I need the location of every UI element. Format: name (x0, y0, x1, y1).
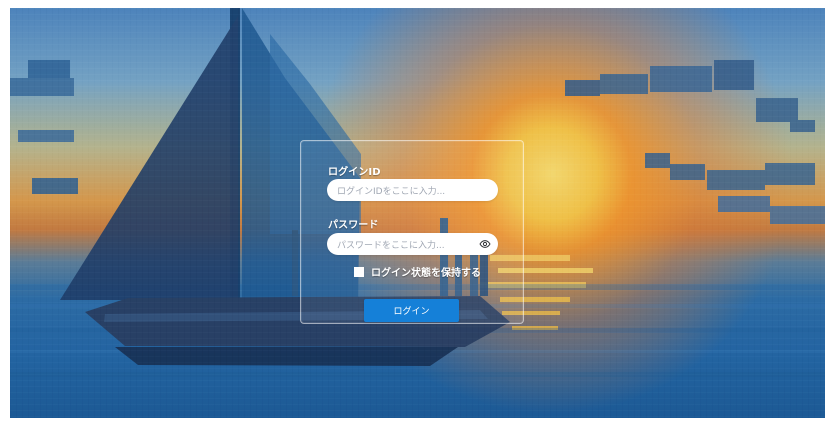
eye-icon (479, 240, 491, 248)
login-id-input[interactable] (327, 181, 498, 201)
login-button[interactable]: ログイン (364, 299, 459, 322)
password-visibility-toggle[interactable] (478, 237, 492, 251)
login-screen: ログインID パスワード ログイン状態を保持する ログイン (10, 8, 825, 418)
password-label: パスワード (328, 220, 379, 231)
remember-login-label: ログイン状態を保持する (371, 268, 481, 279)
remember-login-row[interactable]: ログイン状態を保持する (354, 264, 481, 279)
password-input[interactable] (327, 235, 498, 255)
login-form: ログインID パスワード ログイン状態を保持する ログイン (300, 140, 524, 324)
password-field[interactable] (327, 233, 498, 255)
login-id-field[interactable] (327, 179, 498, 201)
remember-login-checkbox[interactable] (354, 266, 364, 277)
login-id-label: ログインID (328, 167, 381, 178)
